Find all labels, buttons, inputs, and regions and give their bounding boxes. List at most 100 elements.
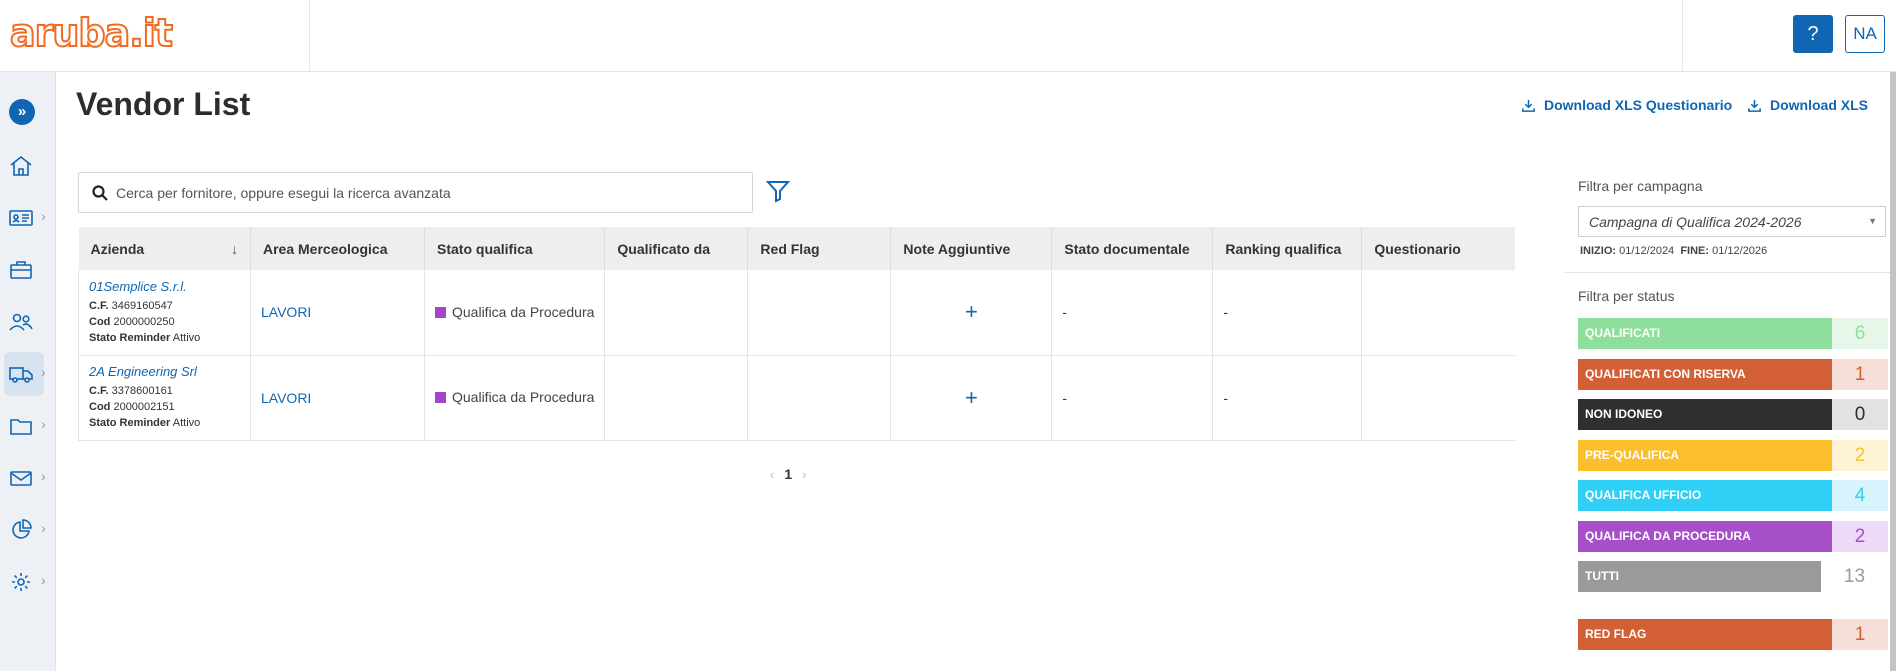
cell-ranking: - <box>1212 270 1363 356</box>
aruba-logo[interactable]: aruba.it <box>9 10 174 56</box>
status-filter-non-idoneo[interactable]: NON IDONEO 0 <box>1578 399 1888 430</box>
status-filter-qualificati-con-riserva[interactable]: QUALIFICATI CON RISERVA 1 <box>1578 359 1888 390</box>
area-link[interactable]: LAVORI <box>261 304 311 320</box>
status-label: RED FLAG <box>1578 619 1840 650</box>
download-xls-questionario-label: Download XLS Questionario <box>1544 97 1733 113</box>
sidebar-item-registry[interactable]: › <box>0 194 56 242</box>
chevron-right-icon: › <box>41 208 46 224</box>
top-bar: aruba.it ? NA <box>0 0 1896 72</box>
chevron-right-icon: › <box>41 520 46 536</box>
cell-red-flag <box>747 270 892 356</box>
company-reminder: Stato Reminder Attivo <box>89 331 201 344</box>
status-filter-qualifica-ufficio[interactable]: QUALIFICA UFFICIO 4 <box>1578 480 1888 511</box>
area-link[interactable]: LAVORI <box>261 390 311 406</box>
status-filter-red-flag[interactable]: RED FLAG 1 <box>1578 619 1888 650</box>
download-xls-link[interactable]: Download XLS <box>1747 97 1868 113</box>
company-link[interactable]: 2A Engineering Srl <box>89 364 240 379</box>
header-divider <box>1682 0 1683 71</box>
pie-chart-icon <box>12 519 32 539</box>
sidebar-item-reports[interactable]: › <box>0 506 56 554</box>
status-count: 13 <box>1821 561 1888 592</box>
status-label: QUALIFICATI CON RISERVA <box>1578 359 1840 390</box>
double-chevron-right-icon[interactable]: » <box>9 99 35 125</box>
table-row: 01Semplice S.r.l. C.F. 3469160547 Cod 20… <box>78 270 1515 356</box>
filter-icon[interactable] <box>765 178 791 204</box>
chevron-right-icon: › <box>41 364 46 380</box>
sort-arrow-icon[interactable]: ↓ <box>231 241 238 257</box>
sidebar-item-messages[interactable]: › <box>0 454 56 502</box>
column-header-questionario[interactable]: Questionario <box>1361 227 1515 270</box>
download-icon <box>1522 99 1535 112</box>
scrollbar-thumb[interactable] <box>1890 72 1896 671</box>
gear-icon <box>12 573 30 591</box>
vendor-table: Azienda ↓ Area Merceologica Stato qualifi… <box>78 227 1515 441</box>
add-note-button[interactable]: + <box>901 299 1041 325</box>
users-icon <box>9 313 33 331</box>
chevron-down-icon: ▼ <box>1868 216 1877 226</box>
scrollbar[interactable] <box>1890 72 1896 671</box>
help-button[interactable]: ? <box>1793 15 1833 53</box>
cell-stato-documentale: - <box>1051 355 1214 441</box>
chevron-right-icon: › <box>41 468 46 484</box>
column-header-red-flag[interactable]: Red Flag <box>747 227 892 270</box>
status-count: 1 <box>1832 619 1888 650</box>
sidebar-item-settings[interactable]: › <box>0 558 56 606</box>
user-avatar-button[interactable]: NA <box>1845 15 1885 53</box>
status-label: QUALIFICATI <box>1578 318 1840 349</box>
chevron-right-icon: › <box>41 416 46 432</box>
truck-icon <box>9 367 33 383</box>
status-label: QUALIFICA UFFICIO <box>1578 480 1840 511</box>
status-count: 0 <box>1832 399 1888 430</box>
status-filter-qualifica-da-procedura[interactable]: QUALIFICA DA PROCEDURA 2 <box>1578 521 1888 552</box>
search-box <box>78 172 753 213</box>
status-label: NON IDONEO <box>1578 399 1840 430</box>
cell-qualificato-da <box>604 270 749 356</box>
download-xls-questionario-link[interactable]: Download XLS Questionario <box>1521 97 1732 113</box>
status-filter-qualificati[interactable]: QUALIFICATI 6 <box>1578 318 1888 349</box>
cell-azienda: 2A Engineering Srl C.F. 3378600161 Cod 2… <box>78 355 251 441</box>
campaign-filter-label: Filtra per campagna <box>1578 178 1703 194</box>
sidebar-item-vendors[interactable]: › <box>0 350 56 398</box>
status-color-square <box>435 306 446 318</box>
column-header-qualificato-da[interactable]: Qualificato da <box>604 227 749 270</box>
column-header-area[interactable]: Area Merceologica <box>250 227 425 270</box>
current-page[interactable]: 1 <box>784 466 792 482</box>
status-filter-tutti[interactable]: TUTTI 13 <box>1578 561 1888 592</box>
sidebar-item-users[interactable] <box>0 298 56 346</box>
home-icon <box>10 155 32 176</box>
pagination: ‹ 1 › <box>770 466 806 482</box>
company-cod: Cod 2000000250 <box>89 315 175 328</box>
column-header-azienda[interactable]: Azienda ↓ <box>78 227 251 270</box>
cell-note: + <box>890 270 1053 356</box>
status-filter-pre-qualifica[interactable]: PRE-QUALIFICA 2 <box>1578 440 1888 471</box>
add-note-button[interactable]: + <box>901 385 1041 411</box>
cell-stato-documentale: - <box>1051 270 1214 356</box>
column-header-ranking[interactable]: Ranking qualifica <box>1212 227 1363 270</box>
campaign-dates: INIZIO: 01/12/2024 FINE: 01/12/2026 <box>1580 245 1768 257</box>
cell-area: LAVORI <box>250 355 425 441</box>
column-header-note[interactable]: Note Aggiuntive <box>890 227 1053 270</box>
sidebar-item-home[interactable] <box>0 142 56 190</box>
briefcase-icon <box>10 261 32 279</box>
company-link[interactable]: 01Semplice S.r.l. <box>89 279 240 294</box>
sidebar: » › › › › › › <box>0 72 56 671</box>
status-badge: Qualifica da Procedura <box>435 304 594 320</box>
column-header-stato-qualifica[interactable]: Stato qualifica <box>424 227 606 270</box>
page-title: Vendor List <box>76 86 251 122</box>
next-page-button[interactable]: › <box>802 467 806 482</box>
status-count: 1 <box>1832 359 1888 390</box>
prev-page-button[interactable]: ‹ <box>770 467 774 482</box>
mail-icon <box>10 471 32 486</box>
column-header-stato-documentale[interactable]: Stato documentale <box>1051 227 1214 270</box>
company-cod: Cod 2000002151 <box>89 401 175 413</box>
cell-stato: Qualifica da Procedura <box>424 270 606 356</box>
sidebar-item-briefcase[interactable] <box>0 246 56 294</box>
search-input[interactable] <box>116 181 736 205</box>
cell-azienda: 01Semplice S.r.l. C.F. 3469160547 Cod 20… <box>78 270 251 356</box>
status-count: 2 <box>1832 440 1888 471</box>
download-xls-label: Download XLS <box>1770 97 1868 113</box>
sidebar-item-documents[interactable]: › <box>0 402 56 450</box>
campaign-select[interactable]: Campagna di Qualifica 2024-2026 ▼ <box>1578 206 1886 237</box>
divider <box>1565 272 1896 273</box>
cell-questionario <box>1361 270 1515 356</box>
